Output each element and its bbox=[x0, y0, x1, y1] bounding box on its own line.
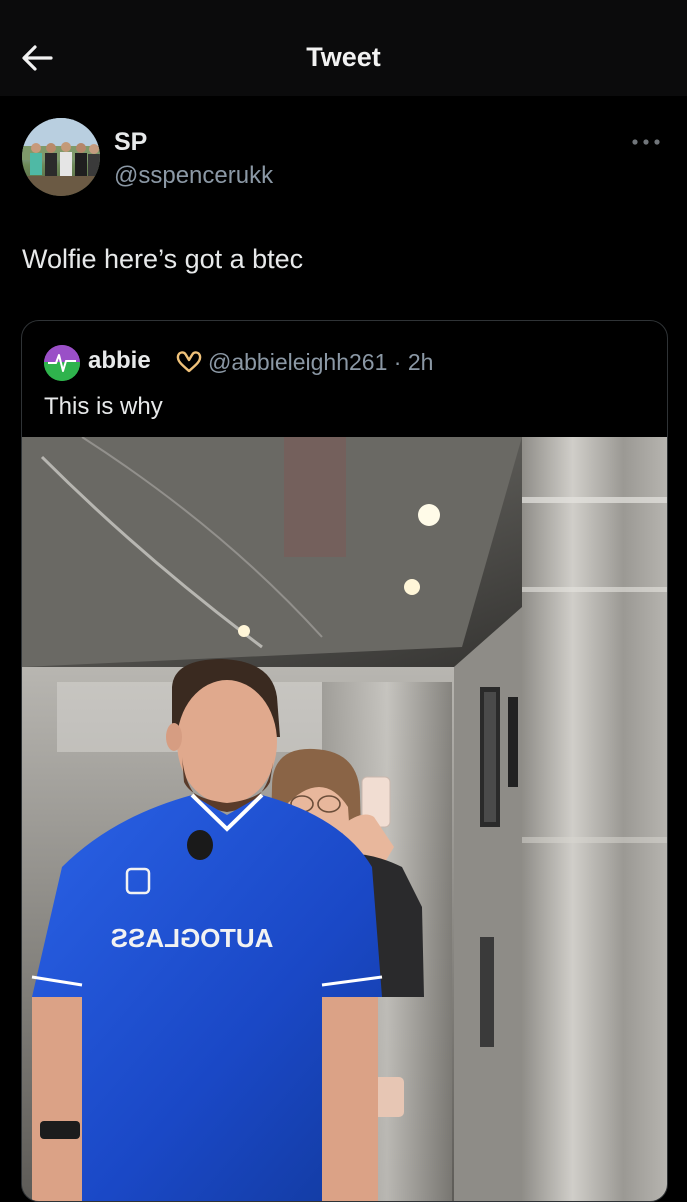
quoted-author-handle[interactable]: @abbieleighh261 bbox=[208, 349, 387, 375]
top-bar: Tweet bbox=[0, 0, 687, 96]
meta-separator: · bbox=[393, 349, 402, 375]
quoted-photo[interactable]: AUTOGLASS bbox=[22, 437, 667, 1201]
quoted-meta: @abbieleighh261 · 2h bbox=[208, 349, 433, 376]
quoted-text: This is why bbox=[44, 393, 163, 420]
more-options-button[interactable] bbox=[628, 132, 664, 152]
tweet-text: Wolfie here’s got a btec bbox=[22, 244, 304, 274]
quoted-time[interactable]: 2h bbox=[408, 349, 434, 375]
quoted-avatar[interactable] bbox=[44, 345, 80, 381]
avatar[interactable] bbox=[22, 118, 100, 196]
shirt-text: AUTOGLASS bbox=[111, 923, 274, 953]
quoted-author-name[interactable]: abbie bbox=[88, 347, 151, 375]
more-horizontal-icon bbox=[632, 139, 660, 145]
quoted-tweet[interactable]: abbie @abbieleighh261 · 2h This is why A… bbox=[21, 320, 668, 1202]
author-name[interactable]: SP bbox=[114, 128, 147, 157]
page-title: Tweet bbox=[306, 42, 381, 72]
heart-hands-icon bbox=[174, 349, 204, 375]
author-handle[interactable]: @sspencerukk bbox=[114, 162, 273, 190]
tweet-author: SP @sspencerukk bbox=[22, 118, 662, 202]
